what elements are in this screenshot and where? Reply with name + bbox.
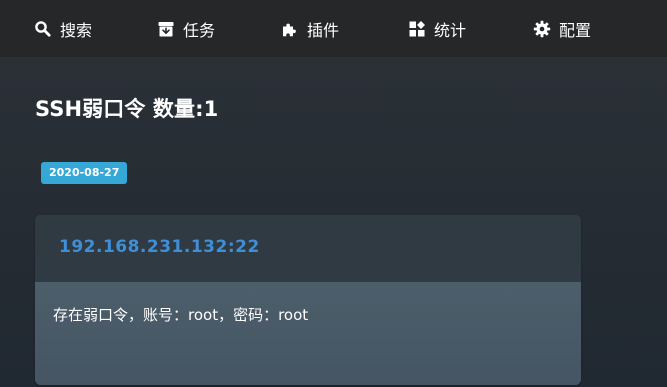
archive-icon bbox=[157, 20, 175, 38]
dashboard-icon bbox=[408, 20, 426, 38]
nav-item-settings[interactable]: 配置 bbox=[533, 0, 591, 57]
result-description: 存在弱口令，账号：root，密码：root bbox=[53, 306, 309, 324]
date-badge: 2020-08-27 bbox=[41, 162, 128, 184]
host-link[interactable]: 192.168.231.132:22 bbox=[59, 237, 260, 257]
nav-item-label: 统计 bbox=[434, 20, 467, 40]
nav-item-label: 插件 bbox=[307, 20, 340, 40]
top-nav: 搜索 任务 插件 统计 配置 bbox=[0, 0, 667, 57]
nav-item-label: 任务 bbox=[183, 20, 216, 40]
search-icon bbox=[34, 20, 52, 38]
nav-item-label: 搜索 bbox=[60, 20, 93, 40]
page-title: SSH弱口令 数量:1 bbox=[35, 97, 219, 121]
main-content: SSH弱口令 数量:1 2020-08-27 192.168.231.132:2… bbox=[0, 57, 667, 387]
nav-item-label: 配置 bbox=[559, 20, 592, 40]
result-card-body: 存在弱口令，账号：root，密码：root bbox=[35, 282, 581, 385]
nav-item-search[interactable]: 搜索 bbox=[34, 0, 92, 57]
gear-icon bbox=[533, 20, 551, 38]
nav-item-stats[interactable]: 统计 bbox=[408, 0, 466, 57]
result-card-header: 192.168.231.132:22 bbox=[35, 215, 581, 282]
nav-item-plugins[interactable]: 插件 bbox=[281, 0, 339, 57]
puzzle-icon bbox=[281, 20, 299, 38]
nav-item-tasks[interactable]: 任务 bbox=[157, 0, 215, 57]
result-card: 192.168.231.132:22 存在弱口令，账号：root，密码：root bbox=[35, 215, 581, 385]
